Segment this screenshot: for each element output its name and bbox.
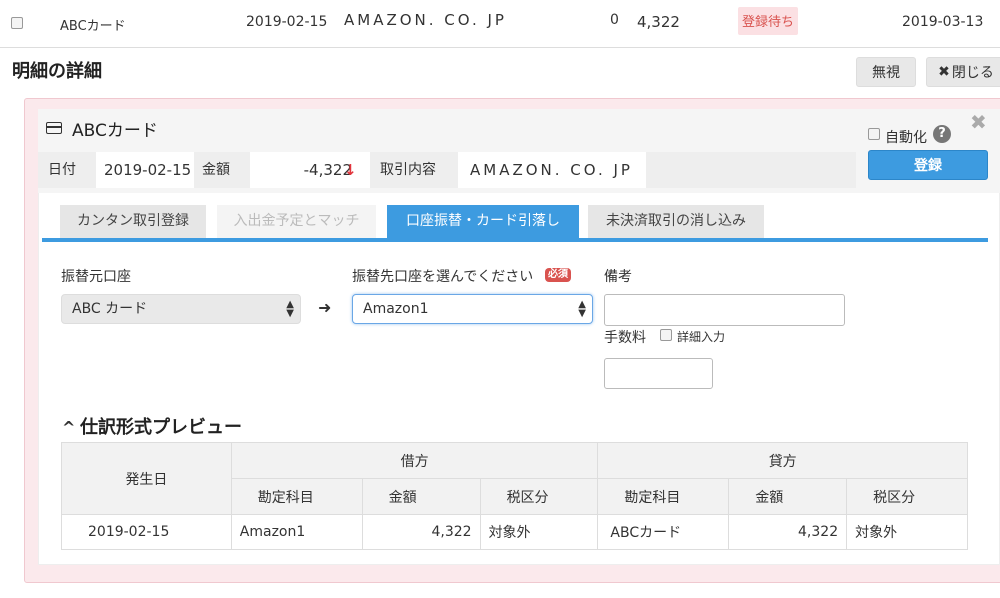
- header-credit-account: 勘定科目: [597, 478, 730, 515]
- detail-entry-label: 詳細入力: [677, 330, 726, 344]
- header-credit-tax: 税区分: [846, 478, 968, 515]
- tab-underline: [42, 238, 988, 242]
- credit-card-icon: [46, 122, 62, 134]
- select-arrows-icon: ▲ ▼: [286, 299, 294, 319]
- tab-unsettled[interactable]: 未決済取引の消し込み: [588, 205, 764, 238]
- description-label: 取引内容: [380, 162, 436, 178]
- auto-label: 自動化: [885, 130, 927, 146]
- fee-input[interactable]: [604, 358, 713, 389]
- collapse-chevron-icon[interactable]: ^: [62, 418, 75, 437]
- register-button[interactable]: 登録: [868, 150, 988, 180]
- amount-label: 金額: [202, 162, 230, 178]
- tab-match-schedule: 入出金予定とマッチ: [217, 205, 376, 238]
- close-button[interactable]: ✖ 閉じる: [926, 57, 1000, 87]
- transaction-checkbox[interactable]: [11, 17, 23, 29]
- ignore-button[interactable]: 無視: [856, 57, 916, 87]
- required-badge: 必須: [545, 268, 571, 282]
- row-debit-account: Amazon1: [230, 514, 363, 550]
- header-debit-tax: 税区分: [479, 478, 599, 515]
- transaction-due-date: 2019-03-13: [902, 14, 984, 30]
- tab-transfer[interactable]: 口座振替・カード引落し: [387, 205, 579, 238]
- from-account-value: ABC カード: [72, 301, 148, 317]
- select-arrows-icon: ▲ ▼: [578, 299, 586, 319]
- panel-title: ABCカード: [72, 121, 158, 141]
- date-value: 2019-02-15: [96, 152, 194, 188]
- from-account-select[interactable]: ABC カード ▲ ▼: [61, 294, 301, 324]
- down-arrow-icon: ↓: [344, 161, 357, 179]
- help-icon[interactable]: ?: [933, 125, 951, 143]
- to-account-value: Amazon1: [363, 301, 429, 317]
- date-label: 日付: [48, 162, 76, 178]
- preview-title[interactable]: 仕訳形式プレビュー: [80, 413, 242, 439]
- header-date: 発生日: [61, 442, 232, 515]
- transaction-date: 2019-02-15: [246, 14, 328, 30]
- row-credit-amount: 4,322: [728, 514, 848, 550]
- row-debit-amount: 4,322: [361, 514, 481, 550]
- close-button-label: 閉じる: [951, 65, 994, 81]
- panel-close-icon[interactable]: ✖: [970, 110, 987, 134]
- row-date: 2019-02-15: [61, 514, 232, 550]
- header-credit-amount: 金額: [728, 478, 848, 515]
- to-account-select[interactable]: Amazon1 ▲ ▼: [352, 294, 593, 324]
- transaction-amount: 4,322: [637, 13, 680, 31]
- header-credit: 貸方: [597, 442, 968, 479]
- info-bar: 日付 2019-02-15 金額 -4,322 ↓ 取引内容 AMAZON. C…: [38, 152, 856, 188]
- arrow-right-icon: ➜: [318, 298, 332, 317]
- description-value: AMAZON. CO. JP: [458, 152, 646, 188]
- memo-label: 備考: [604, 269, 632, 285]
- close-icon: ✖: [938, 64, 950, 80]
- row-debit-tax: 対象外: [479, 514, 599, 550]
- transaction-zero: 0: [610, 12, 619, 28]
- row-credit-account: ABCカード: [597, 514, 730, 550]
- detail-title: 明細の詳細: [12, 61, 102, 82]
- auto-checkbox[interactable]: [868, 128, 880, 140]
- table-row: 2019-02-15 Amazon1 4,322 対象外 ABCカード 4,32…: [61, 514, 968, 550]
- status-badge: 登録待ち: [738, 7, 799, 35]
- row-credit-tax: 対象外: [846, 514, 968, 550]
- transaction-card: ABCカード: [60, 19, 126, 34]
- header-debit-amount: 金額: [361, 478, 481, 515]
- journal-preview-table: 発生日 借方 貸方 勘定科目 金額 税区分 勘定科目 金額 税区分 2019-0…: [61, 442, 968, 550]
- tab-simple-register[interactable]: カンタン取引登録: [60, 205, 206, 238]
- transaction-description: AMAZON. CO. JP: [344, 11, 507, 29]
- transaction-row[interactable]: ABCカード 2019-02-15 AMAZON. CO. JP 0 4,322…: [0, 0, 1000, 48]
- memo-input[interactable]: [604, 294, 845, 326]
- detail-entry-checkbox[interactable]: [660, 329, 672, 341]
- header-debit: 借方: [230, 442, 599, 479]
- fee-label: 手数料: [604, 330, 646, 346]
- header-debit-account: 勘定科目: [230, 478, 363, 515]
- to-account-label: 振替先口座を選んでください: [352, 269, 534, 285]
- from-account-label: 振替元口座: [61, 269, 131, 285]
